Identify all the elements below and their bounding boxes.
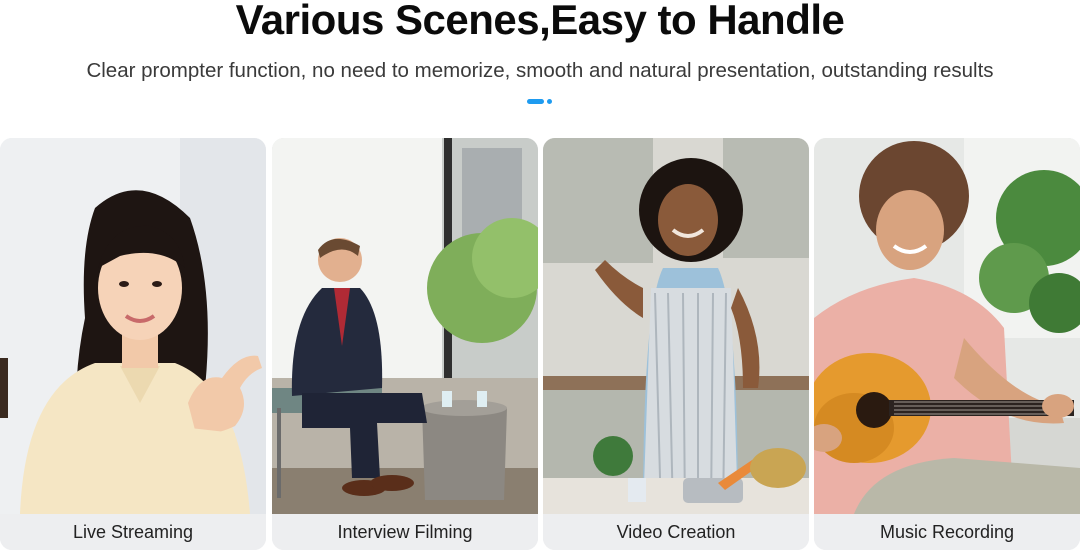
man-playing-guitar-photo [814, 138, 1080, 514]
page-title: Various Scenes,Easy to Handle [235, 0, 845, 43]
scene-label: Music Recording [814, 514, 1080, 550]
indicator-dash [527, 99, 544, 104]
woman-live-streaming-photo [0, 138, 266, 514]
scene-card-interview-filming[interactable]: Interview Filming [272, 138, 538, 550]
scene-label: Interview Filming [272, 514, 538, 550]
scene-label: Video Creation [543, 514, 809, 550]
man-seated-interview-photo [272, 138, 538, 514]
page-subtitle: Clear prompter function, no need to memo… [86, 59, 994, 82]
scene-card-live-streaming[interactable]: Live Streaming [0, 138, 266, 550]
scene-card-video-creation[interactable]: Video Creation [543, 138, 809, 550]
scene-label: Live Streaming [0, 514, 266, 550]
scene-card-music-recording[interactable]: Music Recording [814, 138, 1080, 550]
woman-cooking-video-photo [543, 138, 809, 514]
section-indicator [527, 99, 557, 105]
indicator-dot [547, 99, 552, 104]
